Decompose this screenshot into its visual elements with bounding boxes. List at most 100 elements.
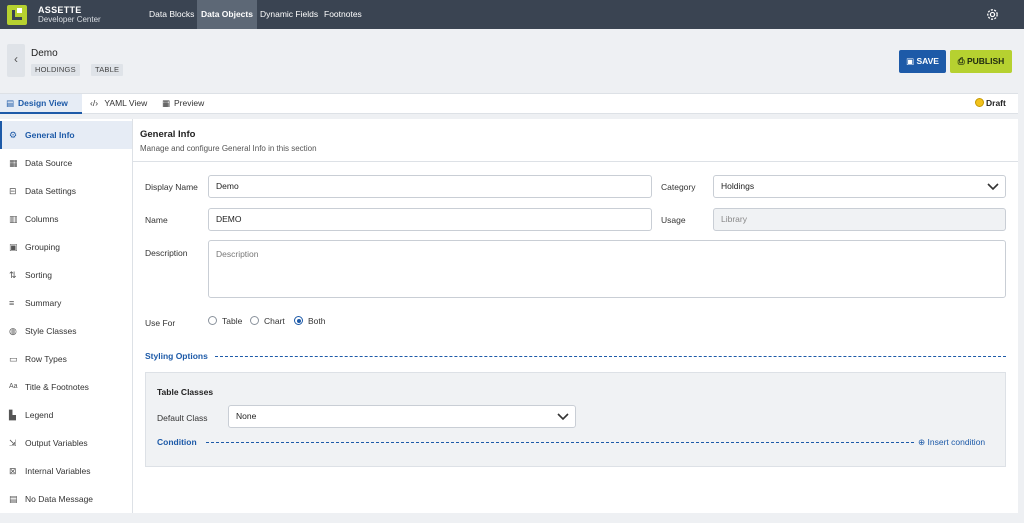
- message-icon: ▤: [9, 494, 18, 504]
- publish-button[interactable]: ⎙ PUBLISH: [950, 50, 1012, 73]
- design-view-icon: ▤: [6, 98, 15, 108]
- tab-label: Preview: [174, 98, 205, 108]
- sidebar-label: Output Variables: [25, 438, 88, 448]
- usage-label: Usage: [661, 215, 686, 225]
- object-name: Demo: [31, 48, 58, 59]
- legend-chart-icon: ▙: [9, 410, 16, 420]
- nav-footnotes[interactable]: Footnotes: [320, 0, 366, 29]
- preview-icon: ▦: [162, 98, 171, 108]
- use-for-chart-radio[interactable]: [250, 316, 259, 325]
- sidebar-label: Internal Variables: [25, 466, 91, 476]
- sidebar-item-output-variables[interactable]: ⇲ Output Variables: [0, 429, 132, 457]
- use-for-both-radio[interactable]: [294, 316, 303, 325]
- section-title: General Info: [140, 129, 196, 140]
- chevron-left-icon: ‹: [14, 52, 18, 66]
- tab-yaml-view[interactable]: ‹/› YAML View: [84, 94, 154, 114]
- section-subtitle: Manage and configure General Info in thi…: [140, 144, 317, 153]
- nav-dynamic-fields[interactable]: Dynamic Fields: [256, 0, 322, 29]
- nav-data-objects[interactable]: Data Objects: [197, 0, 257, 29]
- summary-icon: ≡: [9, 298, 15, 308]
- save-button[interactable]: ▣ SAVE: [899, 50, 946, 73]
- text-icon: Aa: [9, 383, 18, 390]
- brand-subtitle: Developer Center: [38, 15, 101, 24]
- display-name-label: Display Name: [145, 182, 198, 192]
- name-input[interactable]: DEMO: [208, 208, 652, 231]
- plus-circle-icon: ⊕: [918, 437, 926, 447]
- sidebar-label: Data Settings: [25, 186, 77, 196]
- sidebar-item-internal-variables[interactable]: ⊠ Internal Variables: [0, 457, 132, 485]
- view-tabs: ▤ Design View ‹/› YAML View ▦ Preview Draf…: [0, 93, 1018, 114]
- sidebar-item-no-data-message[interactable]: ▤ No Data Message: [0, 485, 132, 513]
- description-label: Description: [145, 248, 188, 258]
- publish-icon: ⎙: [957, 56, 965, 66]
- name-label: Name: [145, 215, 168, 225]
- sidebar-item-style-classes[interactable]: ◍ Style Classes: [0, 317, 132, 345]
- insert-condition-link[interactable]: ⊕ Insert condition: [918, 437, 985, 448]
- use-for-table-radio[interactable]: [208, 316, 217, 325]
- description-textarea[interactable]: Description: [208, 240, 1006, 298]
- use-for-table-label[interactable]: Table: [222, 316, 242, 326]
- use-for-label: Use For: [145, 318, 176, 328]
- sidebar-item-data-settings[interactable]: ⊟ Data Settings: [0, 177, 132, 205]
- save-icon: ▣: [906, 56, 915, 66]
- top-nav-bar: ASSETTE Developer Center Data Blocks Dat…: [0, 0, 1024, 29]
- sort-icon: ⇅: [9, 270, 17, 280]
- sidebar-item-title-footnotes[interactable]: Aa Title & Footnotes: [0, 373, 132, 401]
- styling-options-title: Styling Options: [145, 351, 208, 361]
- sidebar-item-row-types[interactable]: ▭ Row Types: [0, 345, 132, 373]
- sidebar-label: Data Source: [25, 158, 73, 168]
- back-button[interactable]: ‹: [7, 44, 25, 77]
- status-badge: Draft: [975, 98, 1006, 108]
- chevron-down-icon: [987, 183, 999, 191]
- save-label: SAVE: [916, 56, 939, 66]
- sidebar-item-grouping[interactable]: ▣ Grouping: [0, 233, 132, 261]
- usage-field: Library: [713, 208, 1006, 231]
- columns-icon: ▥: [9, 214, 18, 224]
- default-class-value: None: [236, 411, 257, 421]
- data-settings-icon: ⊟: [9, 186, 17, 196]
- section-header: General Info Manage and configure Genera…: [133, 119, 1018, 162]
- tab-preview[interactable]: ▦ Preview: [156, 94, 216, 114]
- settings-gear-icon[interactable]: [985, 7, 1000, 22]
- sidebar-item-legend[interactable]: ▙ Legend: [0, 401, 132, 429]
- tab-label: Design View: [18, 98, 68, 108]
- sidebar-label: Grouping: [25, 242, 60, 252]
- nav-data-blocks[interactable]: Data Blocks: [145, 0, 198, 29]
- draft-icon: [975, 98, 984, 107]
- sidebar-item-general-info[interactable]: ⚙ General Info: [0, 121, 132, 149]
- status-text: Draft: [986, 98, 1006, 108]
- general-info-panel: General Info Manage and configure Genera…: [133, 119, 1018, 513]
- row-types-icon: ▭: [9, 354, 18, 364]
- code-icon: ‹/›: [90, 98, 99, 108]
- sidebar-label: Sorting: [25, 270, 52, 280]
- sidebar-item-summary[interactable]: ≡ Summary: [0, 289, 132, 317]
- sidebar-label: Title & Footnotes: [25, 382, 89, 392]
- object-header: ‹ Demo HOLDINGS TABLE ▣ SAVE ⎙ PUBLISH: [7, 44, 1018, 80]
- variable-icon: ⊠: [9, 466, 17, 476]
- brand-name: ASSETTE: [38, 5, 82, 15]
- sidebar-label: Row Types: [25, 354, 67, 364]
- brand: ASSETTE Developer Center: [38, 5, 101, 25]
- styling-divider: [215, 356, 1006, 357]
- default-class-label: Default Class: [157, 413, 208, 423]
- sidebar-item-columns[interactable]: ▥ Columns: [0, 205, 132, 233]
- use-for-chart-label[interactable]: Chart: [264, 316, 285, 326]
- display-name-input[interactable]: Demo: [208, 175, 652, 198]
- table-classes-panel: Table Classes Default Class None Conditi…: [145, 372, 1006, 467]
- default-class-select[interactable]: None: [228, 405, 576, 428]
- tag-table: TABLE: [91, 64, 124, 76]
- category-select[interactable]: Holdings: [713, 175, 1006, 198]
- assette-logo-icon[interactable]: [7, 5, 27, 25]
- use-for-both-label[interactable]: Both: [308, 316, 326, 326]
- category-value: Holdings: [721, 181, 755, 191]
- condition-title: Condition: [157, 437, 197, 447]
- export-icon: ⇲: [9, 438, 17, 448]
- sidebar-item-data-source[interactable]: ▦ Data Source: [0, 149, 132, 177]
- tab-design-view[interactable]: ▤ Design View: [0, 94, 82, 114]
- publish-label: PUBLISH: [966, 56, 1005, 66]
- sidebar-item-sorting[interactable]: ⇅ Sorting: [0, 261, 132, 289]
- gear-icon: ⚙: [9, 130, 18, 140]
- palette-icon: ◍: [9, 326, 17, 336]
- sidebar-label: Columns: [25, 214, 59, 224]
- sidebar-label: General Info: [25, 130, 75, 140]
